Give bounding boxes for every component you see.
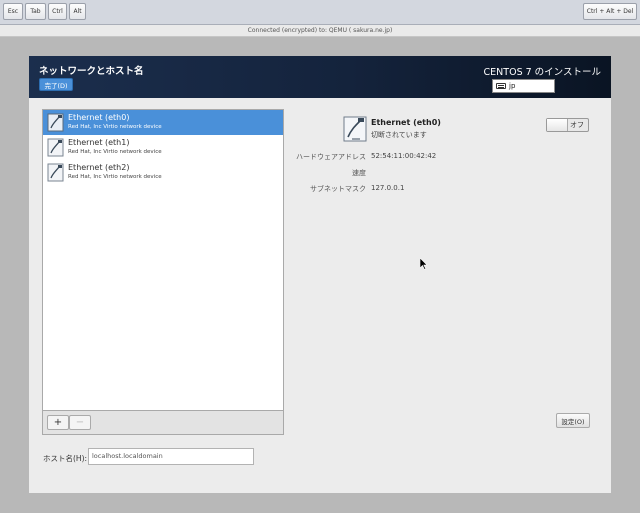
hostname-input[interactable]: localhost.localdomain (88, 448, 254, 465)
keyboard-layout-value: jp (509, 82, 516, 90)
remove-device-button[interactable]: − (69, 415, 91, 430)
keyboard-icon (496, 83, 506, 89)
ethernet-icon (47, 138, 64, 157)
install-title: CENTOS 7 のインストール (483, 67, 601, 78)
device-description: Red Hat, Inc Virtio network device (68, 124, 162, 130)
detail-device-name: Ethernet (eth0) (371, 118, 441, 127)
list-item-eth0[interactable]: Ethernet (eth0) Red Hat, Inc Virtio netw… (43, 110, 283, 135)
list-item-eth2[interactable]: Ethernet (eth2) Red Hat, Inc Virtio netw… (43, 160, 283, 185)
speed-label: 速度 (352, 169, 366, 177)
ctrl-key-button[interactable]: Ctrl (48, 3, 67, 20)
keyboard-layout-indicator[interactable]: jp (492, 79, 555, 93)
list-item-eth1[interactable]: Ethernet (eth1) Red Hat, Inc Virtio netw… (43, 135, 283, 160)
ctrl-alt-del-button[interactable]: Ctrl + Alt + Del (583, 3, 637, 20)
toggle-label: オフ (570, 121, 584, 129)
device-name: Ethernet (eth0) (68, 113, 130, 122)
device-name: Ethernet (eth1) (68, 138, 130, 147)
toggle-knob (547, 119, 568, 131)
done-button[interactable]: 完了(D) (39, 78, 73, 91)
device-list: Ethernet (eth0) Red Hat, Inc Virtio netw… (42, 109, 284, 411)
connection-status: Connected (encrypted) to: QEMU ( sakura.… (0, 25, 640, 37)
hostname-label: ホスト名(H): (43, 454, 88, 463)
device-description: Red Hat, Inc Virtio network device (68, 174, 162, 180)
ethernet-icon (47, 113, 64, 132)
mouse-pointer-icon (420, 258, 428, 270)
header-bar: ネットワークとホスト名 完了(D) CENTOS 7 のインストール jp (29, 56, 611, 98)
ethernet-icon (47, 163, 64, 182)
subnet-mask-label: サブネットマスク (310, 185, 366, 193)
add-device-button[interactable]: + (47, 415, 69, 430)
hw-address-value: 52:54:11:00:42:42 (371, 152, 437, 160)
subnet-mask-value: 127.0.0.1 (371, 184, 405, 192)
hw-address-label: ハードウェアアドレス (296, 153, 366, 161)
alt-key-button[interactable]: Alt (69, 3, 86, 20)
connection-toggle[interactable]: オフ (546, 118, 589, 132)
vnc-toolbar: Esc Tab Ctrl Alt Ctrl + Alt + Del (0, 0, 640, 25)
installer-screen: ネットワークとホスト名 完了(D) CENTOS 7 のインストール jp Et… (29, 56, 611, 493)
device-description: Red Hat, Inc Virtio network device (68, 149, 162, 155)
detail-connection-status: 切断されています (371, 131, 427, 139)
device-list-toolbar: + − (42, 411, 284, 435)
page-title: ネットワークとホスト名 (39, 66, 144, 77)
tab-key-button[interactable]: Tab (25, 3, 46, 20)
settings-button[interactable]: 設定(O) (556, 413, 590, 428)
esc-key-button[interactable]: Esc (3, 3, 23, 20)
device-name: Ethernet (eth2) (68, 163, 130, 172)
ethernet-icon (343, 116, 367, 142)
